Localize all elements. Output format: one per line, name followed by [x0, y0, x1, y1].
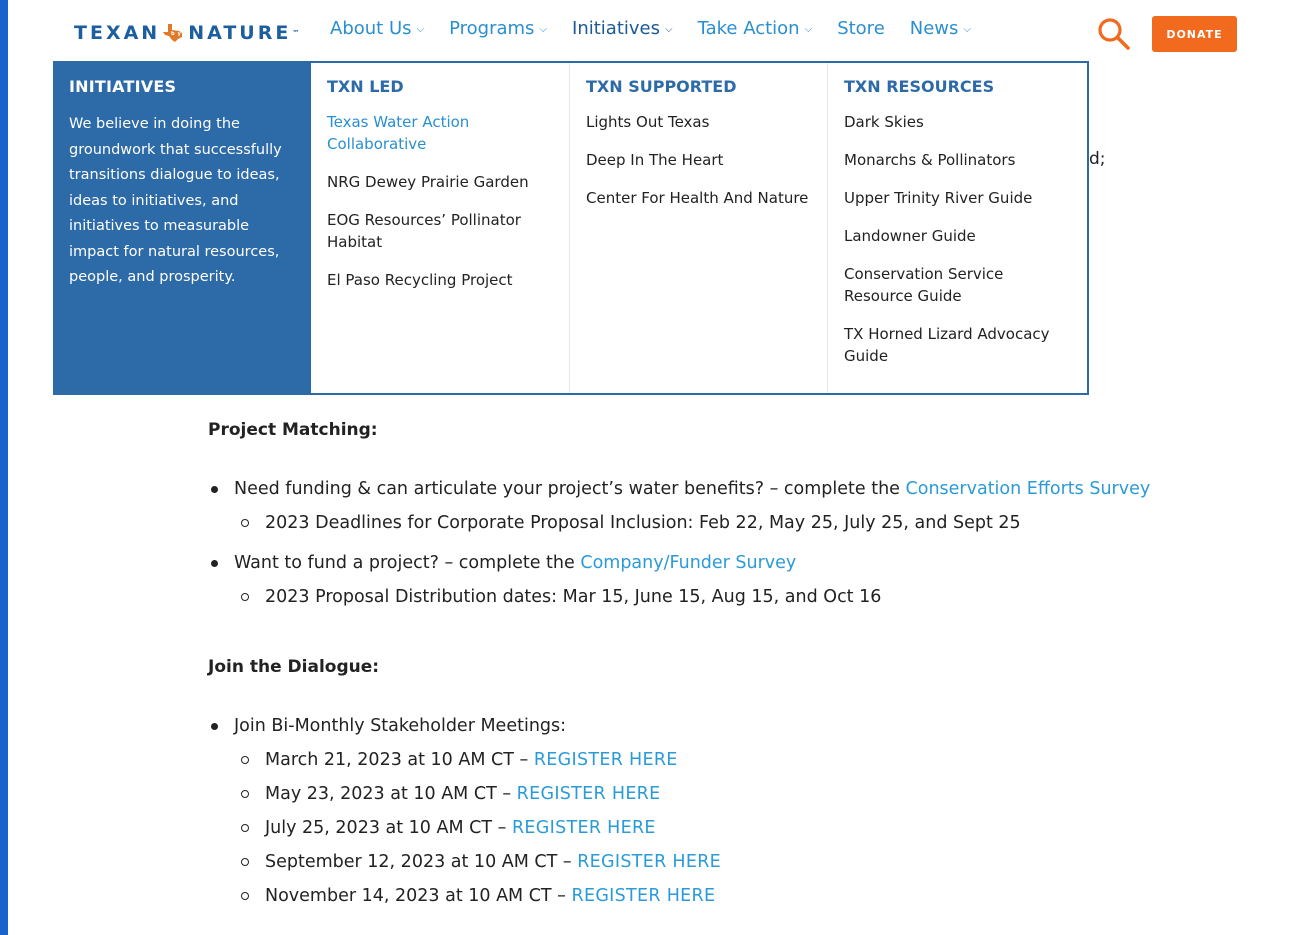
mega-menu-intro-text: We believe in doing the groundwork that …: [69, 116, 282, 285]
nav-about-us[interactable]: About Us ⌵: [330, 18, 424, 39]
mega-col-title: TXN RESOURCES: [844, 77, 995, 96]
nav-news[interactable]: News ⌵: [910, 18, 971, 39]
list-item: Join Bi-Monthly Stakeholder Meetings:: [208, 709, 1208, 743]
register-here-link[interactable]: REGISTER HERE: [572, 886, 716, 906]
site-logo[interactable]: TEXAN by NATURE ™: [74, 20, 299, 46]
register-here-link[interactable]: REGISTER HERE: [577, 852, 721, 872]
obscured-text-fragment: d;: [1089, 149, 1106, 169]
menu-item-texas-water-action-collaborative[interactable]: Texas Water Action Collaborative: [327, 111, 555, 155]
menu-item-center-for-health-and-nature[interactable]: Center For Health And Nature: [586, 187, 813, 209]
chevron-down-icon: ⌵: [539, 24, 548, 35]
register-here-link[interactable]: REGISTER HERE: [517, 784, 661, 804]
menu-item-nrg-dewey-prairie-garden[interactable]: NRG Dewey Prairie Garden: [327, 171, 555, 193]
menu-item-dark-skies[interactable]: Dark Skies: [844, 111, 1075, 133]
join-dialogue-list: Join Bi-Monthly Stakeholder Meetings: Ma…: [208, 709, 1208, 913]
sub-list-item: 2023 Proposal Distribution dates: Mar 15…: [208, 580, 1208, 614]
logo-text-nature: NATURE: [188, 22, 292, 44]
chevron-down-icon: ⌵: [416, 24, 425, 35]
meeting-date: November 14, 2023 at 10 AM CT –: [265, 886, 572, 906]
mega-col-txn-supported: TXN SUPPORTED Lights Out Texas Deep In T…: [569, 63, 827, 393]
logo-text-texan: TEXAN: [74, 22, 161, 44]
meeting-item: September 12, 2023 at 10 AM CT – REGISTE…: [208, 845, 1208, 879]
register-here-link[interactable]: REGISTER HERE: [534, 750, 678, 770]
menu-item-upper-trinity-river-guide[interactable]: Upper Trinity River Guide: [844, 187, 1075, 209]
main-content: Project Matching: Need funding & can art…: [208, 420, 1208, 913]
nav-store[interactable]: Store: [837, 18, 885, 39]
nav-programs[interactable]: Programs ⌵: [449, 18, 547, 39]
site-header: TEXAN by NATURE ™ About Us ⌵ Programs ⌵ In…: [8, 0, 1311, 62]
nav-label: About Us: [330, 18, 412, 39]
mega-col-title: TXN LED: [327, 77, 404, 96]
meeting-date: May 23, 2023 at 10 AM CT –: [265, 784, 517, 804]
window-frame-edge: [0, 0, 8, 935]
register-here-link[interactable]: REGISTER HERE: [512, 818, 656, 838]
search-button[interactable]: [1096, 16, 1132, 52]
nav-label: Store: [837, 18, 885, 39]
logo-trademark: ™: [292, 29, 300, 37]
nav-take-action[interactable]: Take Action ⌵: [698, 18, 813, 39]
menu-item-el-paso-recycling[interactable]: El Paso Recycling Project: [327, 269, 555, 291]
meeting-item: May 23, 2023 at 10 AM CT – REGISTER HERE: [208, 777, 1208, 811]
mega-col-title: TXN SUPPORTED: [586, 77, 737, 96]
menu-item-tx-horned-lizard-guide[interactable]: TX Horned Lizard Advocacy Guide: [844, 323, 1075, 367]
search-icon: [1098, 18, 1130, 50]
meeting-date: March 21, 2023 at 10 AM CT –: [265, 750, 534, 770]
nav-label: News: [909, 18, 959, 39]
donate-button[interactable]: DONATE: [1152, 16, 1237, 52]
mega-col-txn-led: TXN LED Texas Water Action Collaborative…: [311, 63, 569, 393]
main-nav: About Us ⌵ Programs ⌵ Initiatives ⌵ Take Ac…: [330, 18, 996, 39]
conservation-efforts-survey-link[interactable]: Conservation Efforts Survey: [906, 479, 1151, 499]
menu-item-conservation-service-resource-guide[interactable]: Conservation Service Resource Guide: [844, 263, 1075, 307]
initiatives-mega-menu: INITIATIVES We believe in doing the grou…: [53, 61, 1089, 395]
menu-item-deep-in-the-heart[interactable]: Deep In The Heart: [586, 149, 813, 171]
section-title-join-dialogue: Join the Dialogue:: [208, 657, 380, 677]
mega-menu-intro-title: INITIATIVES: [69, 77, 177, 96]
chevron-down-icon: ⌵: [963, 24, 971, 35]
web-page: TEXAN by NATURE ™ About Us ⌵ Programs ⌵ In…: [8, 0, 1311, 935]
sub-list-item: 2023 Deadlines for Corporate Proposal In…: [208, 506, 1208, 540]
meeting-item: July 25, 2023 at 10 AM CT – REGISTER HER…: [208, 811, 1208, 845]
meeting-item: November 14, 2023 at 10 AM CT – REGISTER…: [208, 879, 1208, 913]
logo-by-mark: by: [171, 31, 184, 37]
menu-item-eog-pollinator-habitat[interactable]: EOG Resources’ Pollinator Habitat: [327, 209, 555, 253]
bullet-text: Want to fund a project? – complete the: [234, 553, 581, 573]
mega-col-txn-resources: TXN RESOURCES Dark Skies Monarchs & Poll…: [827, 63, 1089, 393]
project-matching-list: Need funding & can articulate your proje…: [208, 472, 1208, 614]
bullet-text: Need funding & can articulate your proje…: [234, 479, 906, 499]
company-funder-survey-link[interactable]: Company/Funder Survey: [580, 553, 796, 573]
nav-initiatives[interactable]: Initiatives ⌵: [572, 18, 673, 39]
chevron-down-icon: ⌵: [665, 24, 673, 35]
section-title-project-matching: Project Matching:: [208, 420, 378, 440]
list-item: Want to fund a project? – complete the C…: [208, 546, 1208, 580]
texas-state-icon: by: [163, 24, 184, 42]
meeting-date: July 25, 2023 at 10 AM CT –: [265, 818, 512, 838]
nav-label: Programs: [449, 18, 535, 39]
list-item: Need funding & can articulate your proje…: [208, 472, 1208, 506]
nav-label: Take Action: [697, 18, 800, 39]
meeting-date: September 12, 2023 at 10 AM CT –: [265, 852, 578, 872]
chevron-down-icon: ⌵: [804, 24, 813, 35]
meeting-item: March 21, 2023 at 10 AM CT – REGISTER HE…: [208, 743, 1208, 777]
nav-label: Initiatives: [572, 18, 660, 39]
menu-item-monarchs-pollinators[interactable]: Monarchs & Pollinators: [844, 149, 1075, 171]
mega-menu-intro: INITIATIVES We believe in doing the grou…: [55, 63, 311, 393]
menu-item-landowner-guide[interactable]: Landowner Guide: [844, 225, 1075, 247]
menu-item-lights-out-texas[interactable]: Lights Out Texas: [586, 111, 813, 133]
